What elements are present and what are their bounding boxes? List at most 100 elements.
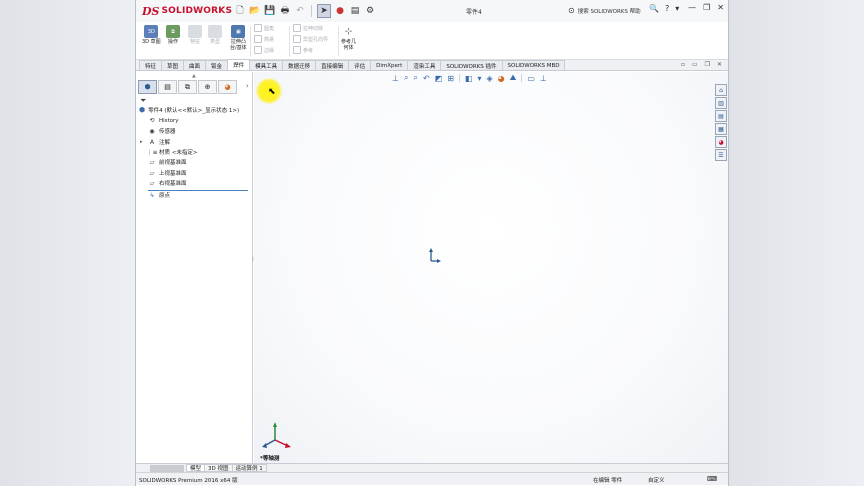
tab-solidworks-addins[interactable]: SOLIDWORKS 插件: [440, 60, 503, 70]
fillet-button[interactable]: 圆角: [254, 24, 274, 32]
user-icon[interactable]: ▾: [675, 4, 679, 13]
tree-item-top-plane[interactable]: ▱ 上视基准面: [148, 169, 187, 178]
open-file-icon[interactable]: 📂: [249, 5, 261, 17]
hide-show-items-icon[interactable]: ◈: [486, 74, 492, 83]
tree-root-part[interactable]: ⬢ 零件4 (默认<<默认>_显示状态 1>): [139, 106, 239, 114]
options-gear-icon[interactable]: ⚙: [364, 5, 376, 17]
tab-direct-editing[interactable]: 直接编辑: [315, 60, 350, 70]
hud-separator: [458, 74, 460, 82]
print-icon[interactable]: 🖶: [279, 5, 291, 17]
tab-features[interactable]: 特征: [139, 60, 163, 70]
history-icon: ⟲: [149, 117, 155, 124]
rebuild-icon[interactable]: ●: [334, 5, 346, 17]
reference-geometry-button[interactable]: ⊹ 参考几 何体: [341, 25, 356, 51]
design-library-icon[interactable]: ▥: [715, 97, 727, 109]
tab-sketch[interactable]: 草图: [161, 60, 185, 70]
tab-render-tools[interactable]: 渲染工具: [407, 60, 442, 70]
tree-item-sensors[interactable]: ◉ 传感器: [148, 127, 175, 136]
tab-scroll-arrows[interactable]: [150, 464, 184, 472]
custom-properties-icon[interactable]: ☰: [715, 149, 727, 161]
desktop-right: [729, 0, 864, 486]
configuration-manager-tab-icon[interactable]: ⧉: [178, 80, 197, 94]
tab-dimxpert[interactable]: DimXpert: [370, 60, 409, 70]
tab-mold-tools[interactable]: 模具工具: [249, 60, 284, 70]
property-manager-tab-icon[interactable]: ▤: [158, 80, 177, 94]
operation-button[interactable]: ⧉ 操作: [166, 25, 180, 45]
previous-view-icon[interactable]: ↶: [423, 74, 430, 83]
tree-item-material[interactable]: ⋮≡ 材质 <未指定>: [146, 148, 197, 157]
file-explorer-icon[interactable]: ▤: [715, 110, 727, 122]
fillet-label: 圆角: [264, 25, 275, 32]
zoom-to-area-icon[interactable]: ⌕: [413, 73, 417, 83]
extrude-cut-button[interactable]: 拉伸切除: [293, 24, 328, 32]
display-style-icon[interactable]: ▾: [477, 74, 481, 83]
search-icon[interactable]: 🔍: [649, 4, 659, 13]
type-button[interactable]: 类型: [208, 25, 222, 45]
doc-tile-icon[interactable]: ▭: [692, 61, 698, 68]
hole-wizard-button[interactable]: 异型孔向导: [293, 35, 328, 43]
view-settings-icon[interactable]: ▭: [527, 74, 535, 83]
heads-up-view-toolbar: ⊥ ⌕ ⌕ ↶ ◩ ⊞ ◧ ▾ ◈ ◕ ⛰ ▭ ⊥: [392, 73, 547, 83]
tab-evaluate[interactable]: 评估: [348, 60, 372, 70]
view-orient-arrow-icon[interactable]: ⊥: [392, 74, 399, 83]
graphics-area[interactable]: ⊥ ⌕ ⌕ ↶ ◩ ⊞ ◧ ▾ ◈ ◕ ⛰ ▭ ⊥ ⌂ ▥ ▤ ▦ ◕ ☰ *等…: [254, 72, 728, 463]
extrude-boss-button[interactable]: ▣ 拉伸凸 台/基体: [230, 25, 247, 51]
select-arrow-icon[interactable]: ➤: [317, 4, 331, 18]
extrude-cut-label: 拉伸切除: [303, 25, 324, 32]
rebuild-status-icon[interactable]: ⌨: [707, 475, 717, 483]
appearances-icon[interactable]: ◕: [715, 136, 727, 148]
view-orientation-icon[interactable]: ◧: [465, 74, 473, 83]
3d-sketch-button[interactable]: 3D 3D 草图: [142, 25, 161, 45]
reference-button[interactable]: 参考: [293, 46, 328, 54]
tab-model[interactable]: 模型: [186, 464, 206, 472]
tab-3d-views[interactable]: 3D 视图: [204, 464, 233, 472]
minimize-icon[interactable]: —: [688, 3, 696, 12]
undo-icon[interactable]: ↶: [294, 5, 306, 17]
section-view-icon[interactable]: ◩: [435, 74, 443, 83]
doc-minimize-icon[interactable]: ▫: [681, 61, 685, 68]
home-icon[interactable]: ⌂: [715, 84, 727, 96]
tab-surfaces[interactable]: 曲面: [183, 60, 207, 70]
file-properties-icon[interactable]: ▤: [349, 5, 361, 17]
feature-button[interactable]: 特征: [188, 25, 202, 45]
tab-weldments[interactable]: 焊件: [227, 59, 251, 70]
doc-restore-icon[interactable]: ❐: [705, 61, 710, 68]
tab-motion-study-1[interactable]: 运动算例 1: [231, 464, 267, 472]
collapse-chevron-icon[interactable]: ▲: [192, 73, 196, 79]
expand-arrow-icon[interactable]: ▸: [140, 139, 143, 145]
doc-close-icon[interactable]: ✕: [717, 61, 722, 68]
tab-sheet-metal[interactable]: 钣金: [205, 60, 229, 70]
edge-button[interactable]: 边缘: [254, 46, 274, 54]
new-file-icon[interactable]: 🗋: [234, 5, 246, 17]
tab-solidworks-mbd[interactable]: SOLIDWORKS MBD: [501, 60, 566, 70]
unit-system[interactable]: 自定义: [648, 476, 665, 484]
dynamic-annotation-icon[interactable]: ⊞: [447, 74, 454, 83]
type-icon: [208, 25, 222, 38]
zoom-to-fit-icon[interactable]: ⌕: [404, 73, 408, 83]
rollback-bar[interactable]: [148, 190, 248, 191]
solidworks-logo[interactable]: DS SOLIDWORKS: [142, 5, 232, 18]
more-tabs-chevron-icon[interactable]: ›: [246, 82, 249, 90]
edge-icon: [254, 46, 262, 54]
display-manager-tab-icon[interactable]: ◕: [218, 80, 237, 94]
tree-item-origin[interactable]: ↳ 原点: [148, 191, 170, 200]
restore-icon[interactable]: ❐: [703, 3, 710, 12]
save-icon[interactable]: 💾: [264, 5, 276, 17]
tree-item-right-plane[interactable]: ▱ 右视基准面: [148, 179, 187, 188]
tab-data-migration[interactable]: 数据迁移: [282, 60, 317, 70]
dimxpert-manager-tab-icon[interactable]: ⊕: [198, 80, 217, 94]
close-icon[interactable]: ✕: [717, 3, 724, 12]
filter-icon[interactable]: ⏷: [140, 96, 146, 106]
tree-item-history[interactable]: ⟲ History: [148, 117, 178, 124]
simple-button[interactable]: 简易: [254, 35, 274, 43]
help-icon[interactable]: ?: [665, 4, 669, 13]
apply-scene-icon[interactable]: ⛰: [510, 73, 517, 83]
tree-item-front-plane[interactable]: ▱ 前视基准面: [148, 158, 187, 167]
annotation-icon: A: [149, 138, 155, 146]
edit-appearance-icon[interactable]: ◕: [498, 74, 505, 83]
help-search[interactable]: ⊙ 搜索 SOLIDWORKS 帮助: [568, 6, 641, 15]
view-palette-icon[interactable]: ▦: [715, 123, 727, 135]
tree-item-annotations[interactable]: A 注解: [148, 138, 170, 147]
feature-tree-tab-icon[interactable]: ⬢: [138, 80, 157, 94]
view-triad-icon[interactable]: ⊥: [540, 74, 547, 83]
